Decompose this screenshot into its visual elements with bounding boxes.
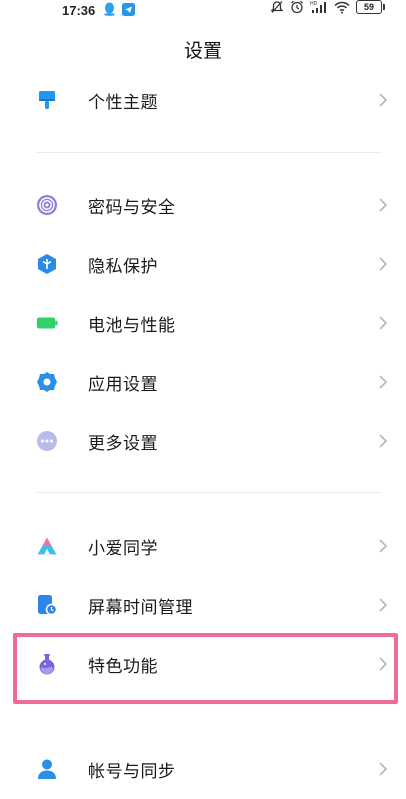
screen-time-icon [36,594,58,616]
svg-text:HD: HD [310,1,318,7]
settings-item-battery-performance[interactable]: 电池与性能 [0,295,406,351]
qq-notification-icon [103,1,116,20]
settings-item-privacy[interactable]: 隐私保护 [0,236,406,292]
chevron-right-icon [379,198,388,212]
section-divider [36,152,382,153]
settings-item-label: 隐私保护 [88,256,158,277]
status-time: 17:36 [62,3,96,18]
settings-item-screen-time[interactable]: 屏幕时间管理 [0,577,406,633]
settings-item-account-sync[interactable]: 帐号与同步 [0,741,406,797]
settings-item-label: 个性主题 [88,92,158,113]
highlight-box [13,633,398,704]
chevron-right-icon [379,598,388,612]
chevron-right-icon [379,375,388,389]
chevron-right-icon [379,434,388,448]
page-title: 设置 [183,40,222,62]
fingerprint-icon [36,194,58,216]
battery-icon [36,312,58,334]
settings-item-label: 小爱同学 [88,538,158,559]
privacy-shield-icon [36,253,58,275]
more-dots-icon [36,430,58,452]
chevron-right-icon [379,93,388,107]
chevron-right-icon [379,257,388,271]
settings-item-password-security[interactable]: 密码与安全 [0,177,406,233]
settings-item-label: 密码与安全 [88,197,176,218]
settings-item-label: 应用设置 [88,374,158,395]
account-icon [36,758,58,780]
alarm-icon [290,0,304,14]
chevron-right-icon [379,762,388,776]
section-divider [36,492,382,493]
mute-icon [270,0,284,14]
settings-item-xiaoai[interactable]: 小爱同学 [0,518,406,574]
xiaoai-icon [36,535,58,557]
wifi-icon [334,1,350,14]
status-bar: 17:36 HD 59 [0,0,406,20]
settings-item-label: 屏幕时间管理 [88,597,193,618]
settings-item-label: 帐号与同步 [88,761,176,782]
signal-icon: HD [310,0,328,14]
chevron-right-icon [379,539,388,553]
battery-indicator: 59 [356,0,385,14]
chevron-right-icon [379,316,388,330]
settings-item-label: 电池与性能 [88,315,176,336]
telegram-notification-icon [122,1,136,20]
gear-icon [36,371,58,393]
settings-item-app-settings[interactable]: 应用设置 [0,354,406,410]
settings-item-label: 更多设置 [88,433,158,454]
settings-item-more-settings[interactable]: 更多设置 [0,413,406,469]
settings-item-theme[interactable]: 个性主题 [0,72,406,128]
paint-brush-icon [36,89,58,111]
